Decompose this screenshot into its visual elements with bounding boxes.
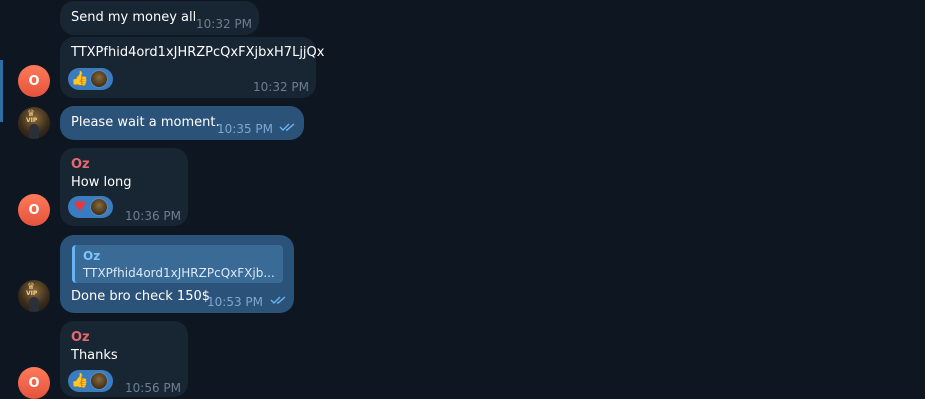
message-bubble[interactable]: Oz How long ♥ 10:36 PM xyxy=(60,148,188,226)
sender-avatar[interactable]: O xyxy=(18,65,50,97)
message-time: 10:32 PM xyxy=(196,17,252,31)
sender-avatar[interactable]: O xyxy=(18,194,50,226)
avatar-figure xyxy=(29,297,39,312)
message-bubble[interactable]: Oz Thanks 👍 10:56 PM xyxy=(60,321,188,397)
message-text: Send my money all xyxy=(71,10,197,25)
vip-badge: VIP xyxy=(26,117,38,124)
message-bubble[interactable]: TTXPfhid4ord1xJHRZPcQxFXjbxH7LjjQx 👍 10:… xyxy=(60,37,324,98)
message-text: TTXPfhid4ord1xJHRZPcQxFXjbxH7LjjQx xyxy=(71,45,325,60)
heart-icon: ♥ xyxy=(73,199,87,215)
message-bubble[interactable]: Oz TTXPfhid4ord1xJHRZPcQxFXjb... Done br… xyxy=(60,235,294,313)
message-text: How long xyxy=(71,175,132,190)
message-text: Please wait a moment. xyxy=(71,115,220,130)
message-time: 10:32 PM xyxy=(253,80,309,94)
message-text: Done bro check 150$ xyxy=(71,289,211,304)
reaction-pill[interactable]: ♥ xyxy=(68,196,113,218)
reply-quote[interactable]: Oz TTXPfhid4ord1xJHRZPcQxFXjb... xyxy=(72,245,283,283)
message-text: Thanks xyxy=(71,348,118,363)
sender-name[interactable]: Oz xyxy=(71,157,90,173)
message-time: 10:36 PM xyxy=(125,209,181,223)
thumbs-up-icon: 👍 xyxy=(71,373,89,389)
my-avatar[interactable]: ♛ VIP xyxy=(18,107,50,139)
reactor-avatar xyxy=(90,372,108,390)
selection-marker xyxy=(0,60,3,122)
vip-badge: VIP xyxy=(26,290,38,297)
reactor-avatar xyxy=(90,198,108,216)
message-bubble[interactable]: Send my money all 10:32 PM xyxy=(60,1,259,35)
my-avatar[interactable]: ♛ VIP xyxy=(18,280,50,312)
message-bubble[interactable]: Please wait a moment. 10:35 PM xyxy=(60,106,304,140)
avatar-letter: O xyxy=(28,202,40,218)
read-ticks-icon xyxy=(279,123,295,131)
reply-text: TTXPfhid4ord1xJHRZPcQxFXjb... xyxy=(83,266,275,280)
message-time: 10:53 PM xyxy=(207,295,263,309)
sender-avatar[interactable]: O xyxy=(18,367,50,399)
reply-sender-name: Oz xyxy=(83,249,101,263)
reaction-pill[interactable]: 👍 xyxy=(68,68,113,90)
avatar-figure xyxy=(29,124,39,139)
reactor-avatar xyxy=(90,70,108,88)
avatar-letter: O xyxy=(28,375,40,391)
sender-name[interactable]: Oz xyxy=(71,330,90,346)
message-time: 10:56 PM xyxy=(125,381,181,395)
thumbs-up-icon: 👍 xyxy=(71,71,89,87)
avatar-letter: O xyxy=(28,73,40,89)
message-time: 10:35 PM xyxy=(217,122,273,136)
read-ticks-icon xyxy=(270,296,286,304)
reaction-pill[interactable]: 👍 xyxy=(68,370,113,392)
